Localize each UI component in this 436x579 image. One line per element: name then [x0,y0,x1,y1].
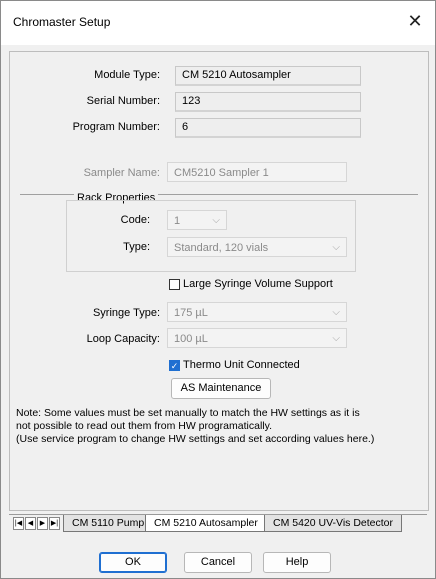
large-syringe-label[interactable]: Large Syringe Volume Support [183,278,333,290]
rack-code-label: Code: [120,214,150,226]
chevron-down-icon: ⌵ [332,333,340,344]
tab-cm5110-pump[interactable]: CM 5110 Pump [63,515,154,532]
rack-type-value: Standard, 120 vials [174,242,269,254]
tab-cm5420-uv-vis-detector[interactable]: CM 5420 UV-Vis Detector [264,515,403,532]
rack-code-select[interactable]: 1 ⌵ [167,210,227,230]
note-line-3: (Use service program to change HW settin… [16,433,375,445]
prev-tab-icon[interactable]: ◀ [25,517,36,530]
module-type-field: CM 5210 Autosampler [175,66,361,86]
loop-capacity-select[interactable]: 100 µL ⌵ [167,328,347,348]
module-tab-strip: |◀ ◀ ▶ ▶| CM 5110 Pump CM 5210 Autosampl… [9,514,427,532]
chevron-down-icon: ⌵ [332,242,340,253]
loop-capacity-label: Loop Capacity: [86,333,160,345]
cancel-button[interactable]: Cancel [184,552,252,573]
as-maintenance-button[interactable]: AS Maintenance [171,378,271,399]
note-line-2: not possible to read out them from HW pr… [16,420,272,432]
sampler-name-input[interactable]: CM5210 Sampler 1 [167,162,347,182]
syringe-type-label: Syringe Type: [92,307,160,319]
note-text: Note: Some values must be set manually t… [16,407,416,446]
loop-capacity-value: 100 µL [174,333,208,345]
program-number-label: Program Number: [72,121,160,133]
rack-type-select[interactable]: Standard, 120 vials ⌵ [167,237,347,257]
note-line-1: Note: Some values must be set manually t… [16,407,360,419]
program-number-field: 6 [175,118,361,138]
large-syringe-checkbox[interactable] [169,279,180,290]
rack-code-value: 1 [174,215,181,227]
help-button[interactable]: Help [263,552,331,573]
chromaster-setup-dialog: Chromaster Setup ✕ Module Type: CM 5210 … [0,0,436,579]
tab-cm5210-autosampler[interactable]: CM 5210 Autosampler [145,515,267,532]
serial-number-label: Serial Number: [86,95,160,107]
ok-button[interactable]: OK [99,552,167,573]
thermo-unit-checkbox[interactable]: ✓ [169,360,180,371]
last-tab-icon[interactable]: ▶| [49,517,60,530]
thermo-unit-label[interactable]: Thermo Unit Connected [183,359,300,371]
close-icon[interactable]: ✕ [395,1,435,41]
chevron-down-icon: ⌵ [212,215,220,226]
rack-type-label: Type: [123,241,150,253]
serial-number-field: 123 [175,92,361,112]
module-settings-panel: Module Type: CM 5210 Autosampler Serial … [9,51,429,511]
syringe-type-select[interactable]: 175 µL ⌵ [167,302,347,322]
syringe-type-value: 175 µL [174,307,208,319]
first-tab-icon[interactable]: |◀ [13,517,24,530]
checkmark-icon: ✓ [170,361,179,371]
sampler-name-label: Sampler Name: [83,167,160,179]
title-bar: Chromaster Setup ✕ [1,1,435,45]
next-tab-icon[interactable]: ▶ [37,517,48,530]
window-title: Chromaster Setup [13,15,111,29]
module-type-label: Module Type: [94,69,160,81]
chevron-down-icon: ⌵ [332,307,340,318]
